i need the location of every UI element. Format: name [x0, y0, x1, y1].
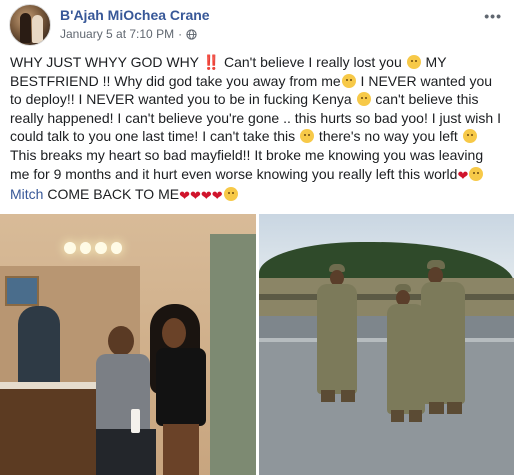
soldier-boot: [429, 402, 444, 414]
broken-heart-icon: ❤: [457, 167, 469, 183]
man-shirt: [96, 354, 150, 434]
soldier-boot: [409, 410, 422, 422]
photo-door: [210, 234, 256, 475]
crying-emoji-icon: [223, 187, 238, 202]
post-text-segment: there's no way you left: [315, 128, 462, 145]
man-pants: [96, 429, 156, 475]
crying-emoji-icon: [469, 166, 484, 181]
avatar-figure: [20, 13, 31, 43]
post-text-segment: Can't believe I really lost you: [220, 54, 406, 70]
broken-heart-icon: ❤: [211, 188, 223, 204]
soldier-middle: [387, 304, 425, 414]
author-avatar[interactable]: [9, 4, 51, 46]
bathroom-selfie-photo[interactable]: [0, 214, 256, 475]
post-timestamp-link[interactable]: January 5 at 7:10 PM: [60, 27, 174, 41]
meta-separator: ·: [178, 27, 183, 41]
soldiers-saluting-photo[interactable]: [259, 214, 514, 475]
crying-emoji-icon: [341, 73, 356, 88]
globe-icon[interactable]: [186, 28, 197, 40]
more-options-icon[interactable]: •••: [484, 8, 502, 24]
post-text-segment: COME BACK TO ME: [43, 186, 180, 203]
post-header: B'Ajah MiOchea Crane January 5 at 7:10 P…: [0, 0, 514, 46]
author-name-link[interactable]: B'Ajah MiOchea Crane: [60, 7, 210, 23]
truck-wheels: [259, 294, 514, 300]
soldier-boot: [341, 390, 355, 402]
crying-emoji-icon: [462, 129, 477, 144]
woman-head: [162, 318, 186, 348]
mention-link[interactable]: Mitch: [10, 186, 43, 202]
crying-emoji-icon: [300, 129, 315, 144]
soldier-boot: [321, 390, 335, 402]
broken-heart-icon: ❤: [189, 188, 201, 204]
soldier-boot: [391, 410, 404, 422]
crying-emoji-icon: [406, 55, 421, 69]
wall-picture: [5, 276, 39, 306]
soldier-boot: [447, 402, 462, 414]
woman-legs: [163, 424, 199, 475]
post-meta: January 5 at 7:10 PM ·: [60, 27, 197, 41]
post-body-text: WHY JUST WHYY GOD WHY ‼️ Can't believe I…: [10, 53, 504, 206]
broken-heart-icon: ❤: [200, 188, 212, 204]
man-head: [108, 326, 134, 356]
double-exclamation-emoji: ‼️: [202, 54, 221, 70]
soldier-right: [421, 282, 465, 404]
post-text-segment: WHY JUST WHYY GOD WHY: [10, 54, 203, 70]
vanity-lights: [64, 242, 122, 256]
distressed-emoji-icon: [356, 92, 371, 107]
avatar-figure: [32, 15, 43, 43]
woman-dress: [156, 348, 206, 426]
broken-heart-icon: ❤: [179, 188, 190, 204]
post-text-segment: This breaks my heart so bad mayfield!! I…: [10, 146, 484, 182]
soldier-left: [317, 284, 357, 394]
bottle: [131, 409, 140, 433]
